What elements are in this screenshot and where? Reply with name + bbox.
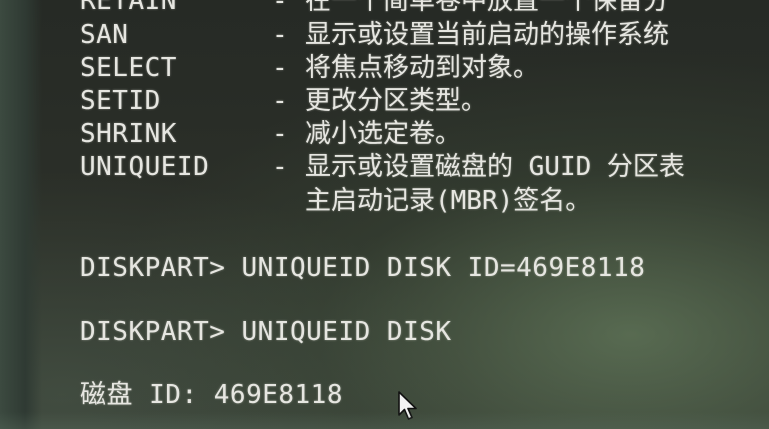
help-command-uniqueid: UNIQUEID [80,152,210,182]
help-separator: - [272,152,288,182]
help-description-retain: 在一个简单卷中放置一个保留分 [305,0,670,16]
help-command-setid: SETID [80,86,161,116]
help-separator: - [272,119,288,149]
help-command-retain: RETAIN [80,0,177,16]
console-window: RETAIN - 在一个简单卷中放置一个保留分 SAN - 显示或设置当前启动的… [0,0,769,429]
help-description-san: 显示或设置当前启动的操作系统 [305,20,670,50]
help-separator: - [272,86,288,116]
help-separator: - [272,20,288,50]
command-line: DISKPART> UNIQUEID DISK ID=469E8118 [80,253,646,283]
help-separator: - [272,0,288,16]
help-command-select: SELECT [80,53,177,83]
help-description-uniqueid: 显示或设置磁盘的 GUID 分区表 [305,152,685,182]
help-command-san: SAN [80,20,129,50]
help-description-select: 将焦点移动到对象。 [305,53,540,83]
help-description-setid: 更改分区类型。 [305,86,488,116]
help-description-continuation: 主启动记录(MBR)签名。 [305,186,592,216]
monitor-bezel-bottom [0,412,769,429]
monitor-bezel [0,0,42,429]
command-line: DISKPART> UNIQUEID DISK [80,317,452,347]
command-output: 磁盘 ID: 469E8118 [80,380,343,410]
help-separator: - [272,53,288,83]
help-command-shrink: SHRINK [80,119,177,149]
help-description-shrink: 减小选定卷。 [305,119,462,149]
